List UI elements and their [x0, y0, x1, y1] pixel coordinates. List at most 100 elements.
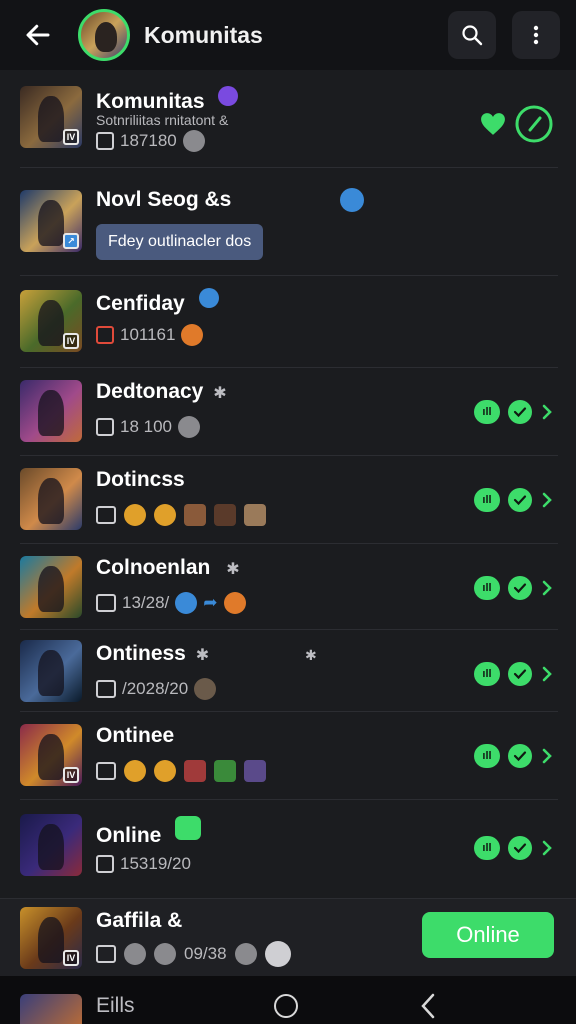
play-circle-icon[interactable]	[514, 104, 554, 144]
open-arrow-button[interactable]	[540, 662, 554, 686]
list-item[interactable]: ↗ Novl Seog &s Fdey outlinacler dos	[20, 168, 558, 276]
rank-tag: ↗	[63, 233, 79, 249]
list-item[interactable]: Online 15319/20 ıll	[20, 800, 558, 892]
item-thumbnail	[20, 380, 82, 442]
chevron-right-icon	[542, 666, 552, 682]
check-icon	[513, 843, 527, 854]
members-button[interactable]: ıll	[474, 662, 500, 686]
item-thumbnail	[20, 994, 82, 1024]
joined-check-button[interactable]	[508, 488, 532, 512]
list-item[interactable]: IV Komunitas Sotnriliitas rnitatont & 18…	[20, 72, 558, 168]
avatar	[184, 760, 206, 782]
members-button[interactable]: ıll	[474, 836, 500, 860]
community-avatar[interactable]	[78, 9, 130, 61]
reaction-icon	[264, 941, 291, 967]
item-thumbnail: ↗	[20, 190, 82, 252]
rank-tag: IV	[63, 950, 79, 966]
edit-icon	[96, 680, 116, 698]
checkbox-icon	[96, 132, 114, 150]
page-title: Komunitas	[144, 21, 263, 48]
more-vertical-icon	[533, 25, 539, 45]
list-item[interactable]: IV Ontinee ıll	[20, 712, 558, 800]
item-thumbnail: IV	[20, 86, 82, 148]
open-arrow-button[interactable]	[540, 400, 554, 424]
list-item-highlighted[interactable]: IV Gaffila & 09/38 Online	[0, 898, 576, 976]
check-icon	[513, 583, 527, 594]
item-count: 101161	[120, 325, 176, 344]
reaction-icon	[178, 416, 200, 438]
joined-check-button[interactable]	[508, 836, 532, 860]
item-count: 09/38	[184, 944, 227, 963]
verified-badge-icon	[175, 592, 198, 614]
open-arrow-button[interactable]	[540, 576, 554, 600]
item-name: Ontiness	[96, 642, 186, 665]
chevron-right-icon	[542, 840, 552, 856]
item-subtitle: Sotnriliitas rnitatont &	[96, 112, 229, 128]
open-arrow-button[interactable]	[540, 836, 554, 860]
folder-icon	[96, 506, 116, 524]
item-thumbnail	[20, 814, 82, 876]
item-thumbnail	[20, 468, 82, 530]
check-icon	[513, 407, 527, 418]
arrow-left-icon	[26, 24, 50, 46]
item-thumbnail	[20, 556, 82, 618]
list-item[interactable]: Dotincss ıll	[20, 456, 558, 544]
joined-check-button[interactable]	[508, 662, 532, 686]
online-button[interactable]: Online	[422, 912, 554, 958]
item-name: Novl Seog &s	[96, 188, 232, 211]
avatar	[184, 504, 206, 526]
item-name: Dotincss	[96, 468, 185, 491]
home-circle-icon[interactable]	[274, 994, 298, 1018]
members-button[interactable]: ıll	[474, 400, 500, 424]
open-arrow-button[interactable]	[540, 744, 554, 768]
list-item[interactable]: Colnoenlan ✱ 13/28/ ➦ ıll	[20, 544, 558, 630]
item-name: Online	[96, 824, 162, 847]
avatar	[244, 760, 266, 782]
check-icon	[513, 669, 527, 680]
item-name: Dedtonacy	[96, 380, 204, 403]
item-thumbnail	[20, 640, 82, 702]
reaction-icon	[124, 943, 146, 965]
search-icon	[462, 25, 483, 46]
item-name: Colnoenlan	[96, 556, 211, 579]
item-thumbnail: IV	[20, 907, 82, 969]
status-chip[interactable]: Fdey outlinacler dos	[96, 224, 264, 260]
list-item[interactable]: Ontiness ✱ ✱ /2028/20 ıll	[20, 630, 558, 712]
item-count: 187180	[120, 131, 177, 150]
rank-tag: IV	[63, 129, 79, 145]
avatar	[214, 760, 236, 782]
joined-check-button[interactable]	[508, 744, 532, 768]
folder-icon	[96, 594, 116, 612]
system-navigation-bar: Eills	[0, 976, 576, 1024]
joined-check-button[interactable]	[508, 576, 532, 600]
heart-icon[interactable]	[480, 112, 506, 136]
list-item[interactable]: IV Cenfiday 101161	[20, 276, 558, 368]
check-icon	[513, 495, 527, 506]
search-button[interactable]	[448, 11, 496, 59]
back-button[interactable]	[8, 5, 68, 65]
more-options-button[interactable]	[512, 11, 560, 59]
item-thumbnail: IV	[20, 290, 82, 352]
check-icon	[513, 751, 527, 762]
members-button[interactable]: ıll	[474, 488, 500, 512]
members-button[interactable]: ıll	[474, 576, 500, 600]
emoji-icon	[181, 324, 204, 346]
emoji-icon	[223, 592, 246, 614]
folder-icon	[96, 945, 116, 963]
emoji-icon	[154, 760, 176, 782]
members-button[interactable]: ıll	[474, 744, 500, 768]
item-count: 15319/20	[120, 854, 191, 873]
open-arrow-button[interactable]	[540, 488, 554, 512]
chevron-left-icon[interactable]	[418, 992, 438, 1020]
joined-check-button[interactable]	[508, 400, 532, 424]
folder-icon	[96, 762, 116, 780]
item-count: 18 100	[120, 417, 172, 436]
list-item[interactable]: Dedtonacy ✱ 18 100 ıll	[20, 368, 558, 456]
reaction-icon	[154, 943, 176, 965]
partial-item-name: Eills	[96, 994, 135, 1017]
reaction-icon	[234, 943, 257, 965]
rank-tag: IV	[63, 767, 79, 783]
verified-badge-icon	[175, 816, 202, 840]
community-list: IV Komunitas Sotnriliitas rnitatont & 18…	[0, 72, 576, 892]
checkbox-icon	[96, 326, 114, 344]
